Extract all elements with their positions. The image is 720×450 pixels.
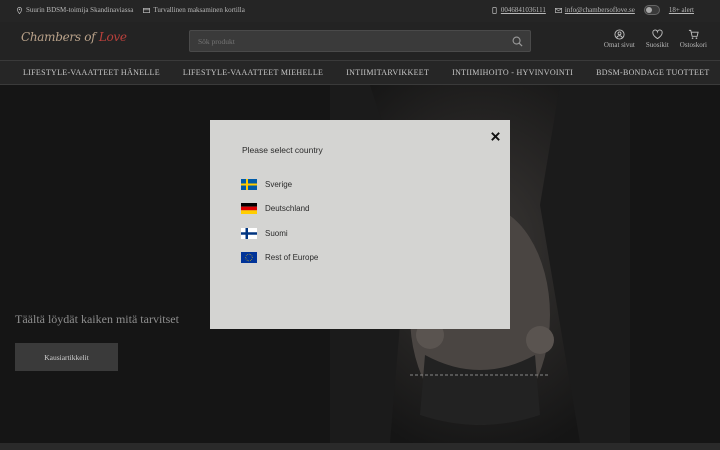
eu-flag-icon — [241, 252, 257, 264]
finland-flag-icon — [241, 227, 257, 239]
country-option-suomi[interactable]: Suomi — [241, 221, 318, 246]
country-option-deutschland[interactable]: Deutschland — [241, 197, 318, 222]
country-option-rest-of-europe[interactable]: Rest of Europe — [241, 246, 318, 271]
sweden-flag-icon — [241, 178, 257, 190]
germany-flag-icon — [241, 203, 257, 215]
modal-overlay: Please select country Sverige Deutschlan… — [0, 0, 720, 450]
close-icon[interactable] — [490, 131, 501, 142]
country-list: Sverige Deutschland Suomi Rest of Europe — [241, 172, 318, 270]
country-option-sverige[interactable]: Sverige — [241, 172, 318, 197]
modal-title: Please select country — [242, 145, 323, 155]
country-select-modal: Please select country Sverige Deutschlan… — [210, 120, 510, 329]
country-label: Sverige — [265, 179, 293, 189]
country-label: Suomi — [265, 228, 288, 238]
country-label: Rest of Europe — [265, 253, 319, 263]
country-label: Deutschland — [265, 204, 310, 214]
